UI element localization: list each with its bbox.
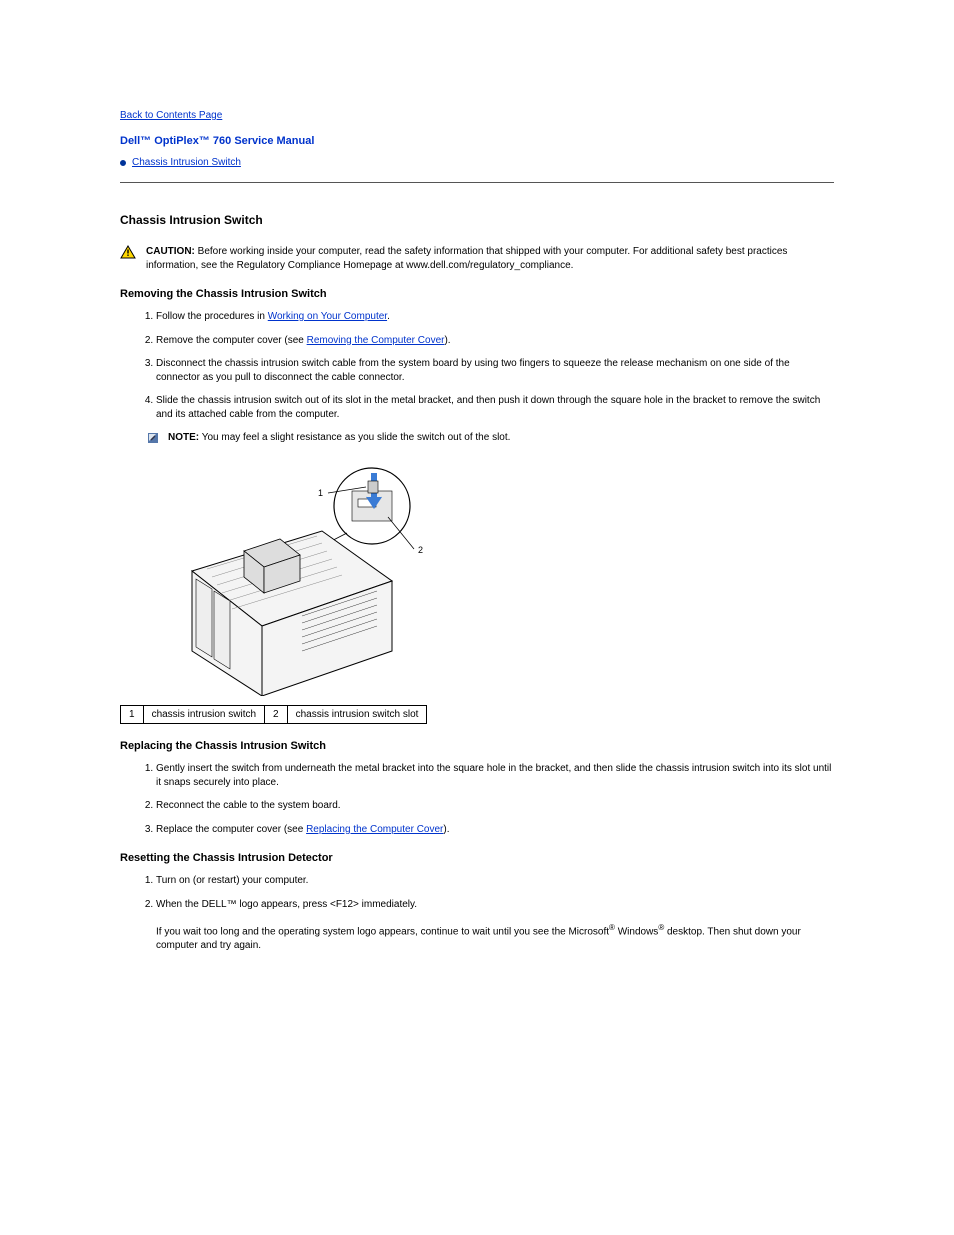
- figure-chassis-switch: 1 2: [152, 451, 834, 699]
- toc-bullet-link[interactable]: Chassis Intrusion Switch: [132, 157, 241, 168]
- section-heading: Chassis Intrusion Switch: [120, 213, 834, 227]
- svg-text:2: 2: [418, 545, 423, 555]
- bullet-icon: [120, 160, 126, 166]
- reset-step-2-para: If you wait too long and the operating s…: [156, 923, 834, 952]
- wait-text-a: If you wait too long and the operating s…: [156, 926, 609, 937]
- remove-step-1: Follow the procedures in Working on Your…: [156, 310, 834, 324]
- remove-steps-list: Follow the procedures in Working on Your…: [156, 310, 834, 421]
- toc-bullet-item: Chassis Intrusion Switch: [120, 157, 834, 168]
- replace-step-3: Replace the computer cover (see Replacin…: [156, 823, 834, 837]
- callout-text: chassis intrusion switch slot: [287, 706, 427, 724]
- note-block: NOTE: You may feel a slight resistance a…: [146, 431, 834, 445]
- wait-text-b: Windows: [615, 926, 658, 937]
- caution-label: CAUTION:: [146, 246, 195, 257]
- remove-step-3: Disconnect the chassis intrusion switch …: [156, 357, 834, 384]
- reset-steps-list: Turn on (or restart) your computer. When…: [156, 874, 834, 952]
- reset-step-2-main: When the DELL™ logo appears, press <F12>…: [156, 898, 834, 912]
- note-icon: [146, 431, 160, 445]
- svg-text:1: 1: [318, 488, 323, 498]
- replace-step-2: Reconnect the cable to the system board.: [156, 799, 834, 813]
- caution-icon: [120, 245, 136, 259]
- link-working-on-computer[interactable]: Working on Your Computer: [268, 311, 387, 322]
- link-replace-cover[interactable]: Replacing the Computer Cover: [306, 824, 443, 835]
- step-text-tail: .: [387, 311, 390, 322]
- note-body: You may feel a slight resistance as you …: [202, 432, 511, 443]
- divider: [120, 182, 834, 183]
- link-remove-cover[interactable]: Removing the Computer Cover: [307, 335, 445, 346]
- remove-step-2: Remove the computer cover (see Removing …: [156, 334, 834, 348]
- note-label: NOTE:: [168, 432, 199, 443]
- subheading-reset: Resetting the Chassis Intrusion Detector: [120, 852, 834, 864]
- subheading-remove: Removing the Chassis Intrusion Switch: [120, 288, 834, 300]
- callout-number: 1: [121, 706, 144, 724]
- step-text: Replace the computer cover (see: [156, 824, 306, 835]
- callout-number: 2: [265, 706, 288, 724]
- note-text: NOTE: You may feel a slight resistance a…: [168, 431, 510, 445]
- step-text: Remove the computer cover (see: [156, 335, 307, 346]
- caution-body: Before working inside your computer, rea…: [146, 246, 787, 271]
- subheading-replace: Replacing the Chassis Intrusion Switch: [120, 740, 834, 752]
- back-to-contents-link[interactable]: Back to Contents Page: [120, 110, 222, 121]
- table-row: 1 chassis intrusion switch 2 chassis int…: [121, 706, 427, 724]
- caution-block: CAUTION: Before working inside your comp…: [120, 245, 834, 272]
- remove-step-4: Slide the chassis intrusion switch out o…: [156, 394, 834, 421]
- callout-table: 1 chassis intrusion switch 2 chassis int…: [120, 705, 427, 724]
- callout-text: chassis intrusion switch: [143, 706, 264, 724]
- replace-step-1: Gently insert the switch from underneath…: [156, 762, 834, 789]
- step-text: Follow the procedures in: [156, 311, 268, 322]
- manual-title: Dell™ OptiPlex™ 760 Service Manual: [120, 135, 834, 147]
- step-text-tail: ).: [443, 824, 449, 835]
- replace-steps-list: Gently insert the switch from underneath…: [156, 762, 834, 836]
- step-text-tail: ).: [444, 335, 450, 346]
- reset-step-1: Turn on (or restart) your computer.: [156, 874, 834, 888]
- caution-text: CAUTION: Before working inside your comp…: [146, 245, 834, 272]
- reset-step-2: When the DELL™ logo appears, press <F12>…: [156, 898, 834, 953]
